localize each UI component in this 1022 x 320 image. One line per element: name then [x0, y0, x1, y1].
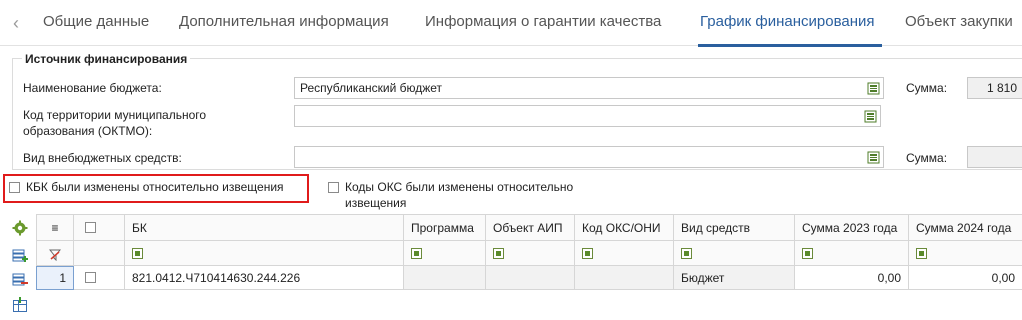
header-bk[interactable]: БК: [125, 214, 404, 241]
import-icon[interactable]: [12, 297, 28, 313]
tab-bar: ‹ Общие данные Дополнительная информация…: [0, 0, 1022, 47]
row-sum-2023[interactable]: 0,00: [795, 266, 909, 290]
settings-icon[interactable]: [12, 220, 28, 236]
active-tab-indicator: [698, 44, 882, 47]
filter-icon[interactable]: [802, 248, 813, 260]
oks-changed-label-line1: Коды ОКС были изменены относительно: [345, 180, 574, 194]
filter-icon[interactable]: [681, 248, 692, 260]
kbk-changed-label[interactable]: КБК были изменены относительно извещения: [26, 179, 284, 195]
filter-funds-type[interactable]: [674, 241, 795, 266]
row-program: [404, 266, 486, 290]
header-aip-object[interactable]: Объект АИП: [486, 214, 575, 241]
oktmo-label: Код территории муниципального образовани…: [23, 107, 206, 139]
filter-bk[interactable]: [125, 241, 404, 266]
sum-field: 1 810: [967, 77, 1022, 99]
header-oks-code[interactable]: Код ОКС/ОНИ: [575, 214, 674, 241]
select-all-cell[interactable]: [74, 214, 125, 241]
sum-value: 1 810: [987, 81, 1018, 95]
row-bk[interactable]: 821.0412.Ч710414630.244.226: [125, 266, 404, 290]
row-aip-object: [486, 266, 575, 290]
sum2-label: Сумма:: [906, 151, 948, 165]
oktmo-label-line1: Код территории муниципального: [23, 108, 207, 122]
oktmo-field[interactable]: [294, 105, 881, 127]
oks-changed-checkbox[interactable]: [328, 182, 339, 193]
oks-changed-label[interactable]: Коды ОКС были изменены относительно изве…: [345, 179, 573, 211]
filter-icon[interactable]: [132, 248, 143, 260]
filter-icon[interactable]: [582, 248, 593, 260]
row-oks-code: [575, 266, 674, 290]
budget-name-field[interactable]: Республиканский бюджет: [294, 77, 884, 99]
filter-program[interactable]: [404, 241, 486, 266]
filter-icon[interactable]: [411, 248, 422, 260]
kbk-changed-checkbox[interactable]: [9, 182, 20, 193]
row-number[interactable]: 1: [36, 266, 74, 290]
oktmo-label-line2: образования (ОКТМО):: [23, 124, 153, 138]
clear-filter-icon[interactable]: [48, 249, 62, 262]
tab-quality-guarantee[interactable]: Информация о гарантии качества: [425, 13, 661, 30]
oks-changed-label-line2: извещения: [345, 196, 407, 210]
tab-general[interactable]: Общие данные: [43, 13, 149, 30]
row-sum-2024[interactable]: 0,00: [909, 266, 1022, 290]
tab-financing-schedule[interactable]: График финансирования: [700, 13, 875, 30]
tab-additional-info[interactable]: Дополнительная информация: [179, 13, 389, 30]
financing-grid: ≡ БК Программа Объект АИП Код ОКС/ОНИ Ви…: [36, 214, 1022, 320]
row-funds-type: Бюджет: [674, 266, 795, 290]
column-menu-icon[interactable]: ≡: [36, 214, 74, 241]
filter-sum-2023[interactable]: [795, 241, 909, 266]
tab-procurement-object[interactable]: Объект закупки: [905, 13, 1013, 30]
filter-icon[interactable]: [493, 248, 504, 260]
row-select-checkbox[interactable]: [85, 272, 96, 283]
header-sum-2023[interactable]: Сумма 2023 года: [795, 214, 909, 241]
filter-aip-object[interactable]: [486, 241, 575, 266]
filter-oks-code[interactable]: [575, 241, 674, 266]
row-select-cell[interactable]: [74, 266, 125, 290]
clear-filter-cell[interactable]: [36, 241, 74, 266]
filter-empty: [74, 241, 125, 266]
header-program[interactable]: Программа: [404, 214, 486, 241]
list-picker-icon[interactable]: [867, 82, 880, 95]
sum2-field: [967, 146, 1022, 168]
filter-icon[interactable]: [916, 248, 927, 260]
offbudget-label: Вид внебюджетных средств:: [23, 151, 182, 165]
select-all-checkbox[interactable]: [85, 222, 96, 233]
budget-name-value: Республиканский бюджет: [300, 81, 443, 95]
add-row-icon[interactable]: [12, 248, 28, 264]
offbudget-field[interactable]: [294, 146, 884, 168]
budget-name-label: Наименование бюджета:: [23, 81, 162, 95]
chevron-left-icon[interactable]: ‹: [8, 11, 24, 35]
financing-source-title: Источник финансирования: [22, 52, 191, 66]
header-funds-type[interactable]: Вид средств: [674, 214, 795, 241]
sum-label: Сумма:: [906, 81, 948, 95]
delete-row-icon[interactable]: [12, 272, 28, 288]
list-picker-icon[interactable]: [864, 110, 877, 123]
filter-sum-2024[interactable]: [909, 241, 1022, 266]
list-picker-icon[interactable]: [867, 151, 880, 164]
header-sum-2024[interactable]: Сумма 2024 года: [909, 214, 1022, 241]
